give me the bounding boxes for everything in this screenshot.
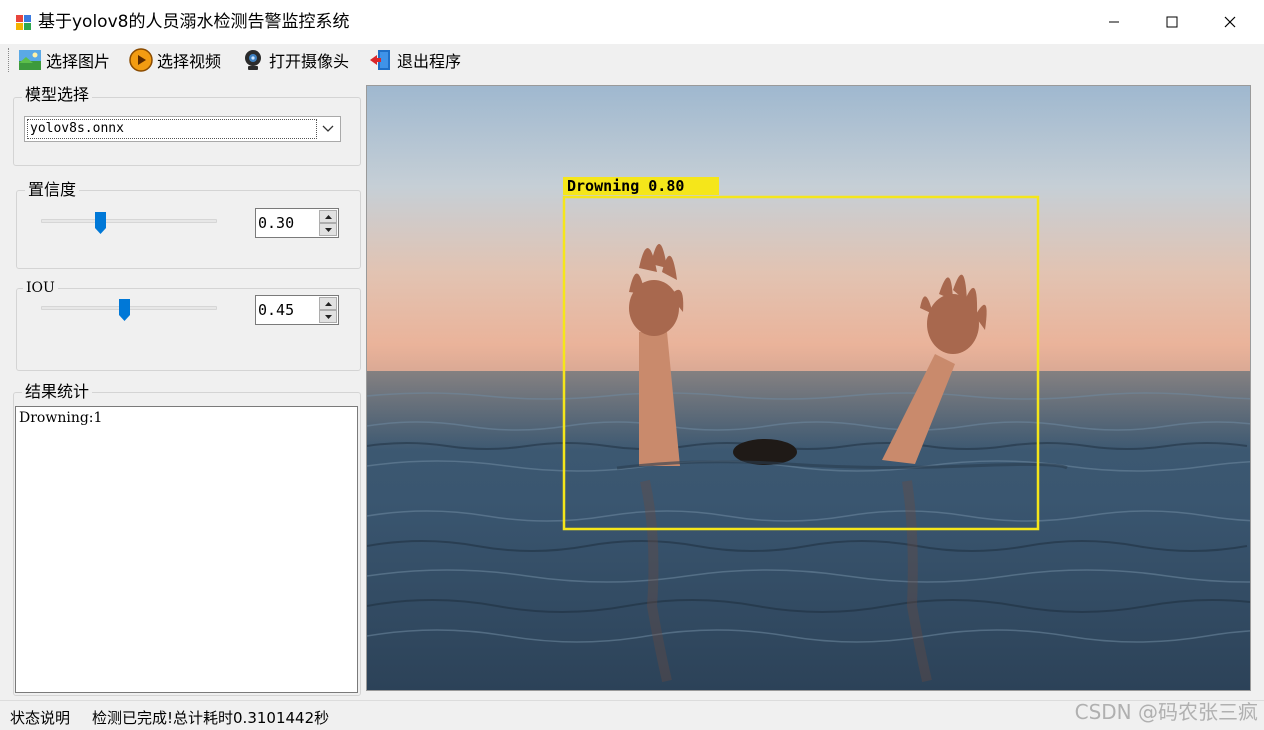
image-display: Drowning 0.80 <box>366 85 1251 691</box>
iou-slider-thumb[interactable] <box>118 298 131 322</box>
maximize-button[interactable] <box>1143 0 1201 44</box>
confidence-increment-button[interactable] <box>319 210 337 223</box>
maximize-icon <box>1166 16 1178 28</box>
confidence-input[interactable]: 0.30 <box>255 208 339 238</box>
iou-value: 0.45 <box>258 301 295 319</box>
video-icon <box>129 48 153 72</box>
toolbar-grip[interactable] <box>8 48 11 72</box>
camera-icon <box>245 50 261 70</box>
exit-icon <box>370 50 390 70</box>
exit-program-button[interactable]: 退出程序 <box>369 47 461 73</box>
watermark: CSDN @码农张三疯 <box>1074 700 1258 724</box>
iou-group-label: IOU <box>23 278 58 298</box>
window-title: 基于yolov8的人员溺水检测告警监控系统 <box>38 12 350 32</box>
confidence-value: 0.30 <box>258 214 295 232</box>
chevron-down-icon <box>322 125 334 132</box>
confidence-decrement-button[interactable] <box>319 223 337 236</box>
select-video-label: 选择视频 <box>157 52 222 71</box>
app-icon <box>16 15 31 30</box>
confidence-group-label: 置信度 <box>25 180 80 200</box>
iou-input[interactable]: 0.45 <box>255 295 339 325</box>
close-icon <box>1224 16 1236 28</box>
caret-up-icon <box>324 301 332 306</box>
dropdown-button[interactable] <box>316 117 340 141</box>
image-icon <box>19 50 41 70</box>
confidence-slider-track[interactable] <box>41 219 217 223</box>
minimize-icon <box>1109 21 1119 23</box>
select-video-button[interactable]: 选择视频 <box>129 47 221 73</box>
model-group-label: 模型选择 <box>22 85 93 105</box>
open-camera-label: 打开摄像头 <box>269 52 350 71</box>
detection-image: Drowning 0.80 <box>367 86 1250 690</box>
title-bar: 基于yolov8的人员溺水检测告警监控系统 <box>0 0 1264 44</box>
select-image-button[interactable]: 选择图片 <box>18 47 110 73</box>
iou-increment-button[interactable] <box>319 297 337 310</box>
confidence-slider-thumb[interactable] <box>94 211 107 235</box>
detection-label: Drowning 0.80 <box>567 177 684 195</box>
status-label: 状态说明 <box>10 709 71 727</box>
iou-stepper <box>319 297 337 323</box>
caret-up-icon <box>324 214 332 219</box>
caret-down-icon <box>324 314 332 319</box>
close-button[interactable] <box>1201 0 1259 44</box>
minimize-button[interactable] <box>1085 0 1143 44</box>
model-select-value: yolov8s.onnx <box>27 119 317 139</box>
results-textbox[interactable]: Drowning:1 <box>15 406 358 693</box>
toolbar: 选择图片 选择视频 打开摄像头 退出程序 <box>0 44 1264 76</box>
caret-down-icon <box>324 227 332 232</box>
confidence-stepper <box>319 210 337 236</box>
exit-program-label: 退出程序 <box>397 52 462 71</box>
status-message: 检测已完成!总计耗时0.3101442秒 <box>92 709 330 727</box>
results-group-label: 结果统计 <box>22 382 93 402</box>
model-select[interactable]: yolov8s.onnx <box>24 116 341 142</box>
select-image-label: 选择图片 <box>46 52 111 71</box>
iou-decrement-button[interactable] <box>319 310 337 323</box>
open-camera-button[interactable]: 打开摄像头 <box>241 47 349 73</box>
